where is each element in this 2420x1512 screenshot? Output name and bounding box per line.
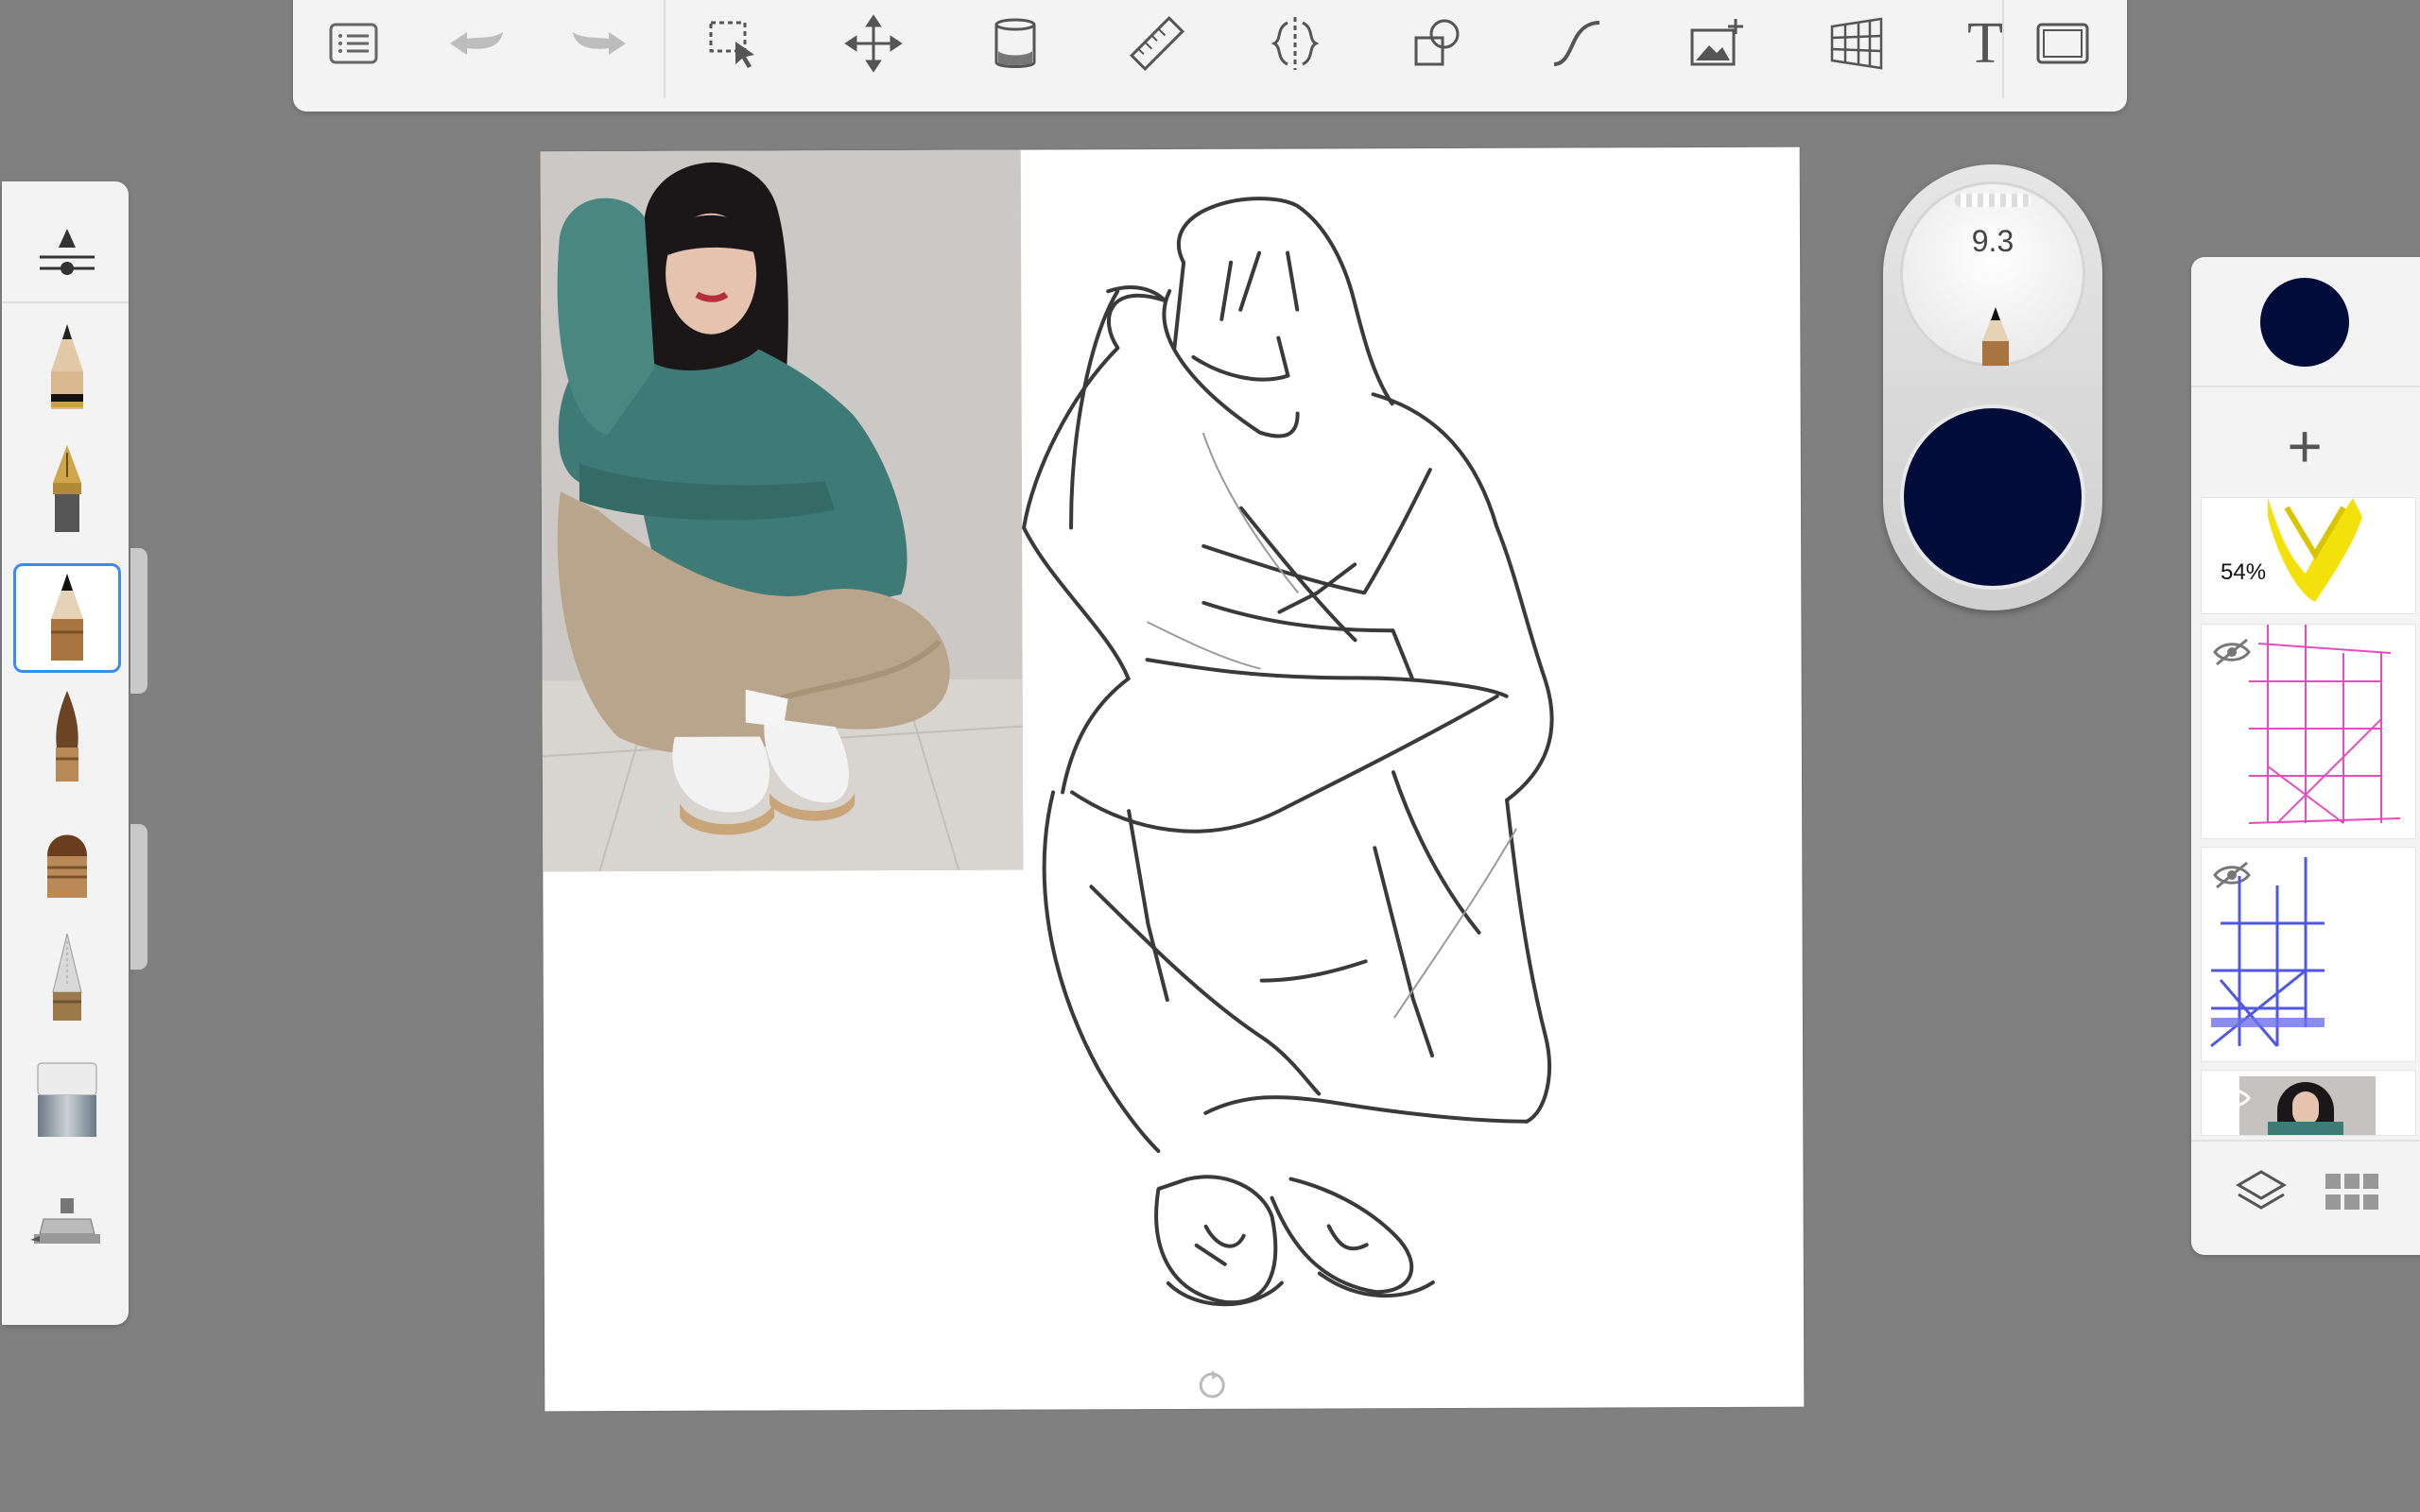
selection-icon[interactable]	[698, 13, 769, 74]
opacity-indicator	[1955, 194, 2031, 207]
brush-puck[interactable]: 9.3	[1883, 164, 2102, 610]
fountain-pen-icon[interactable]	[15, 439, 119, 543]
eraser-icon[interactable]	[15, 1048, 119, 1152]
brush-color-swatch[interactable]	[1900, 404, 2085, 590]
airbrush-icon[interactable]	[15, 928, 119, 1032]
add-image-icon[interactable]	[1681, 13, 1753, 74]
plus-icon: +	[2287, 412, 2323, 480]
layer-thumbnail	[2248, 625, 2401, 824]
drawing-canvas[interactable]	[540, 146, 1805, 1412]
layer-item[interactable]	[2201, 624, 2416, 839]
eye-icon[interactable]	[2211, 1084, 2253, 1112]
paintbrush-icon[interactable]	[15, 687, 119, 791]
pencil-icon[interactable]	[15, 318, 119, 422]
symmetry-icon[interactable]	[1259, 13, 1331, 74]
pencil-icon[interactable]	[13, 563, 121, 673]
layer-item[interactable]	[2201, 1070, 2416, 1136]
smudge-icon[interactable]	[15, 1174, 119, 1278]
perspective-grid-icon[interactable]	[1821, 13, 1893, 74]
brush-palette	[2, 181, 129, 1325]
text-icon-glyph: T	[1967, 11, 2003, 76]
curve-icon[interactable]	[1541, 13, 1613, 74]
layer-opacity-label: 54%	[2221, 559, 2267, 585]
brush-palette-handle[interactable]	[130, 824, 147, 970]
move-icon[interactable]	[838, 13, 909, 74]
brush-size-dial[interactable]: 9.3	[1900, 181, 2085, 367]
pencil-sketch	[1022, 197, 1554, 1307]
layer-item[interactable]: 54%	[2201, 497, 2416, 614]
fullscreen-icon[interactable]	[2027, 13, 2099, 74]
undo-icon[interactable]	[441, 13, 512, 74]
brush-settings-icon[interactable]	[15, 200, 119, 304]
brush-size-value: 9.3	[1971, 224, 2014, 258]
redo-icon[interactable]	[563, 13, 635, 74]
shapes-icon[interactable]	[1401, 13, 1473, 74]
brush-palette-handle[interactable]	[130, 548, 147, 694]
layers-panel: + 54%	[2191, 257, 2420, 1255]
layer-thumbnail	[2210, 857, 2325, 1048]
ruler-icon[interactable]	[1121, 13, 1193, 74]
grid-icon[interactable]	[2322, 1162, 2382, 1223]
layer-item[interactable]	[2201, 847, 2416, 1062]
flat-brush-icon[interactable]	[15, 809, 119, 913]
rotate-handle-icon[interactable]	[1195, 1368, 1229, 1402]
layer-thumbnail	[2239, 1076, 2376, 1135]
toolbar-divider	[2002, 0, 2004, 98]
add-layer-button[interactable]: +	[2267, 408, 2342, 484]
text-icon[interactable]: T	[1949, 13, 2021, 74]
layers-icon[interactable]	[2231, 1162, 2291, 1223]
color-swatch[interactable]	[2260, 278, 2349, 367]
layer-thumbnail	[2268, 498, 2362, 602]
list-icon[interactable]	[318, 13, 389, 74]
toolbar-divider	[664, 0, 666, 98]
pencil-icon	[1982, 307, 2009, 366]
paint-bucket-icon[interactable]	[979, 13, 1051, 74]
top-toolbar: T	[293, 0, 2127, 112]
